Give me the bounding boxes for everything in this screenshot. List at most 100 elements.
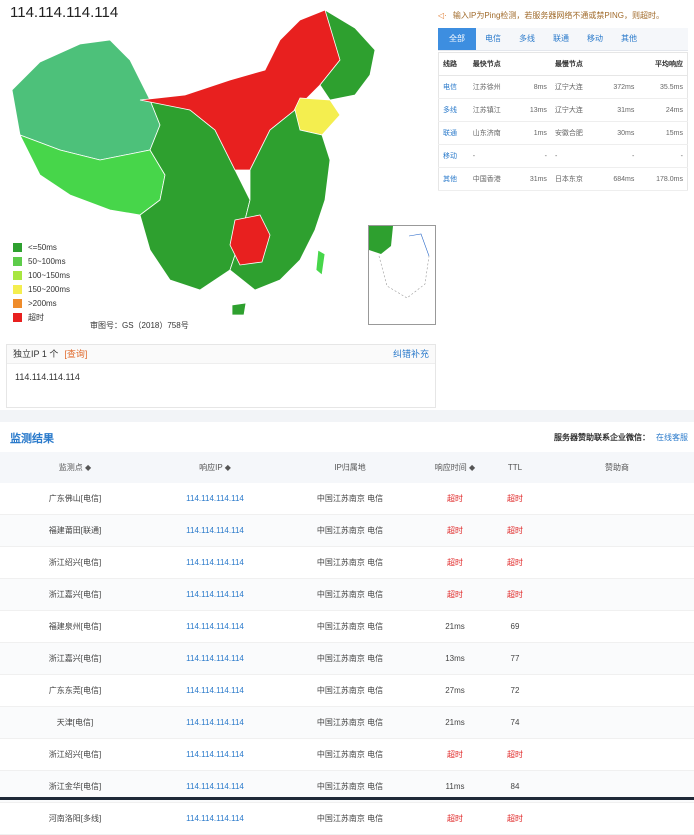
column-header-monitor-point[interactable]: 监测点 ◆: [0, 452, 150, 483]
cell: 江苏徐州: [468, 75, 518, 99]
hint-label: 输入IP为Ping检测，若服务器网络不通或禁PING，则超时。: [452, 11, 664, 20]
tab-mobile[interactable]: 移动: [578, 28, 612, 50]
legend-swatch: [13, 270, 22, 280]
cell-ttl: 超时: [490, 802, 540, 835]
table-row: 广东佛山[电信] 114.114.114.114 中国江苏南京 电信 超时 超时: [0, 483, 694, 515]
legend-label: >200ms: [28, 298, 57, 308]
cell-ttl: 超时: [490, 578, 540, 611]
sort-icon: ◆: [85, 463, 92, 472]
map-legend: <=50ms 50~100ms 100~150ms 150~200ms >200…: [13, 240, 70, 324]
cell: 辽宁大连: [550, 75, 600, 99]
table-row: 浙江嘉兴[电信] 114.114.114.114 中国江苏南京 电信 超时 超时: [0, 578, 694, 611]
isp-line-link[interactable]: 联通: [438, 121, 469, 145]
cell-ttl: 超时: [490, 546, 540, 579]
cell-response-ip[interactable]: 114.114.114.114: [150, 674, 280, 707]
map-region-hainan[interactable]: [231, 302, 247, 316]
cell-response-time: 超时: [420, 546, 490, 579]
cell-sponsor: [540, 738, 694, 771]
cell-response-ip[interactable]: 114.114.114.114: [150, 706, 280, 739]
legend-label: 50~100ms: [28, 256, 66, 266]
cell-monitor-point: 广东东莞[电信]: [0, 674, 150, 707]
cell-ttl: 74: [490, 706, 540, 739]
cell-response-time: 超时: [420, 738, 490, 771]
cell: 13ms: [517, 98, 551, 122]
legend-swatch: [13, 298, 22, 308]
cell-monitor-point: 广东佛山[电信]: [0, 483, 150, 515]
column-header: 平均响应: [638, 52, 688, 76]
cell-response-ip[interactable]: 114.114.114.114: [150, 610, 280, 643]
ip-list: 114.114.114.114: [15, 372, 80, 382]
section-divider: [0, 410, 694, 422]
cell-response-ip[interactable]: 114.114.114.114: [150, 546, 280, 579]
column-header: 最慢节点: [550, 52, 639, 76]
cell: 30ms: [599, 121, 639, 145]
cell-response-ip[interactable]: 114.114.114.114: [150, 802, 280, 835]
legend-label: 100~150ms: [28, 270, 71, 280]
cell-ip-location: 中国江苏南京 电信: [280, 802, 420, 835]
cell: -: [468, 144, 518, 168]
sponsor-contact: 服务器赞助联系企业微信： 在线客服: [554, 432, 688, 443]
legend-item: 150~200ms: [13, 282, 70, 296]
legend-item: >200ms: [13, 296, 70, 310]
cell-sponsor: [540, 610, 694, 643]
sort-icon: ◆: [224, 463, 231, 472]
ip-box: 独立IP 1 个 [查询] 纠错补充 114.114.114.114: [6, 344, 436, 408]
legend-swatch: [13, 312, 22, 322]
cell-response-ip[interactable]: 114.114.114.114: [150, 642, 280, 675]
query-link[interactable]: [查询]: [64, 349, 87, 359]
cell: 8ms: [517, 75, 551, 99]
map-region-taiwan[interactable]: [315, 249, 326, 276]
cell-monitor-point: 浙江绍兴[电信]: [0, 546, 150, 579]
cell-response-ip[interactable]: 114.114.114.114: [150, 483, 280, 515]
legend-swatch: [13, 256, 22, 266]
column-header-response-ip[interactable]: 响应IP ◆: [150, 452, 280, 483]
legend-swatch: [13, 284, 22, 294]
fix-link[interactable]: 纠错补充: [393, 345, 429, 363]
cell: 中国香港: [468, 167, 518, 191]
tab-all[interactable]: 全部: [438, 28, 476, 50]
isp-line-link[interactable]: 其他: [438, 167, 469, 191]
cell-sponsor: [540, 483, 694, 515]
tab-multiline[interactable]: 多线: [510, 28, 544, 50]
tab-other[interactable]: 其他: [612, 28, 646, 50]
legend-label: 超时: [28, 312, 44, 322]
isp-line-link[interactable]: 移动: [438, 144, 469, 168]
cell-monitor-point: 浙江绍兴[电信]: [0, 738, 150, 771]
legend-item: 50~100ms: [13, 254, 70, 268]
legend-label: <=50ms: [28, 242, 57, 252]
cell-sponsor: [540, 642, 694, 675]
table-row: 河南洛阳[多线] 114.114.114.114 中国江苏南京 电信 超时 超时: [0, 802, 694, 835]
cell-response-ip[interactable]: 114.114.114.114: [150, 514, 280, 547]
online-service-link[interactable]: 在线客服: [656, 433, 688, 442]
legend-swatch: [13, 242, 22, 252]
column-header-response-time[interactable]: 响应时间 ◆: [420, 452, 490, 483]
table-row: 浙江嘉兴[电信] 114.114.114.114 中国江苏南京 电信 13ms 77: [0, 642, 694, 675]
cell: -: [599, 144, 639, 168]
cell-ttl: 69: [490, 610, 540, 643]
table-header-row: 线路 最快节点 最慢节点 平均响应: [438, 52, 688, 76]
isp-line-link[interactable]: 电信: [438, 75, 469, 99]
column-header: 线路: [438, 52, 469, 76]
cell: 178.0ms: [638, 167, 688, 191]
cell-sponsor: [540, 514, 694, 547]
ip-count-label: 独立IP 1 个: [13, 349, 59, 359]
tab-unicom[interactable]: 联通: [544, 28, 578, 50]
cell-ip-location: 中国江苏南京 电信: [280, 674, 420, 707]
cell-response-time: 超时: [420, 514, 490, 547]
table-row: 广东东莞[电信] 114.114.114.114 中国江苏南京 电信 27ms 72: [0, 674, 694, 707]
tab-telecom[interactable]: 电信: [476, 28, 510, 50]
cell-monitor-point: 福建莆田[联通]: [0, 514, 150, 547]
cell: -: [550, 144, 600, 168]
cell-ip-location: 中国江苏南京 电信: [280, 642, 420, 675]
cell-response-ip[interactable]: 114.114.114.114: [150, 578, 280, 611]
cell-monitor-point: 福建泉州[电信]: [0, 610, 150, 643]
info-icon: ◁·: [438, 11, 447, 20]
isp-line-link[interactable]: 多线: [438, 98, 469, 122]
cell-ttl: 超时: [490, 483, 540, 515]
cell-monitor-point: 河南洛阳[多线]: [0, 802, 150, 835]
sort-icon: ◆: [469, 463, 476, 472]
cell-ttl: 超时: [490, 738, 540, 771]
cell-ip-location: 中国江苏南京 电信: [280, 483, 420, 515]
isp-tabs: 全部 电信 多线 联通 移动 其他: [438, 28, 688, 51]
cell-response-ip[interactable]: 114.114.114.114: [150, 738, 280, 771]
